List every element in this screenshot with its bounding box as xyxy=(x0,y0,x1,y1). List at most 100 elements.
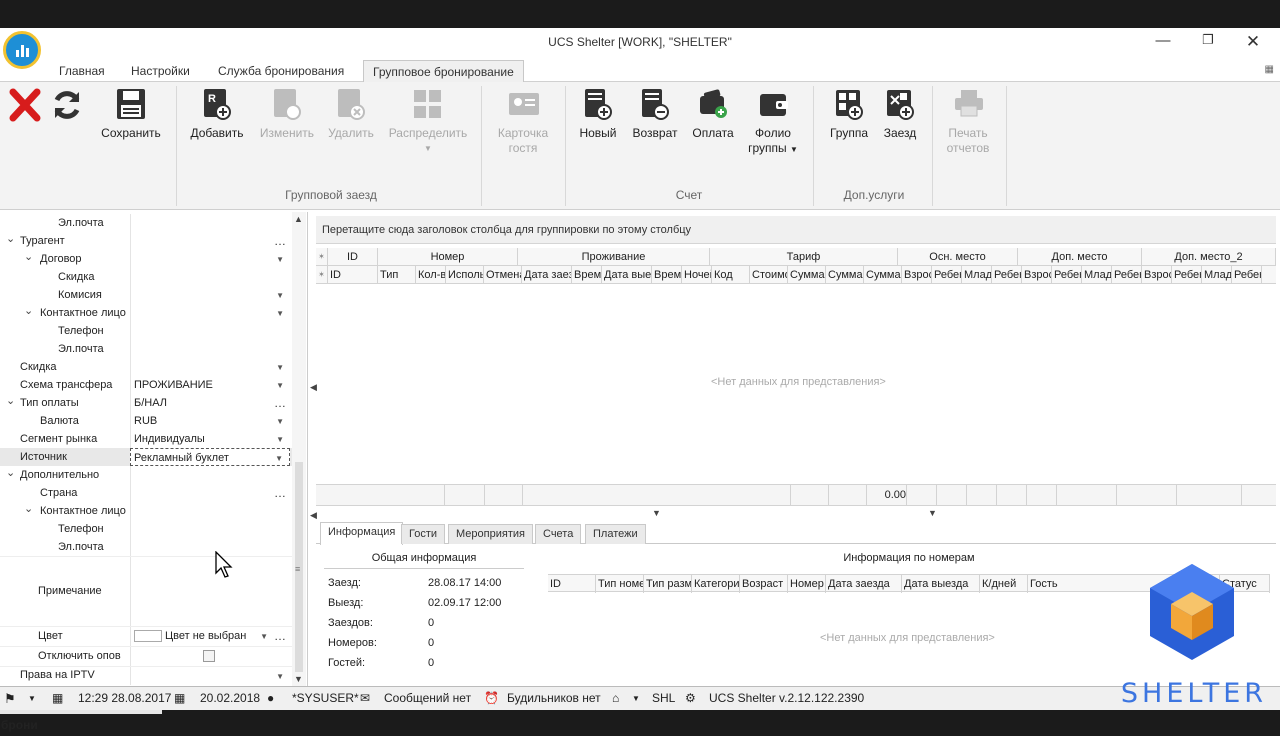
column-header[interactable]: Ребенок xyxy=(992,266,1022,284)
property-value[interactable]: ▼ xyxy=(130,358,290,376)
rooms-column-header[interactable]: Тип номера xyxy=(596,575,644,593)
property-row[interactable]: Права на IPTV ▼ xyxy=(0,666,292,685)
disable-notifications-checkbox[interactable] xyxy=(203,650,215,662)
return-button[interactable]: Возврат xyxy=(628,88,682,141)
expander-chevron-icon[interactable]: ⌄ xyxy=(24,250,33,263)
distribute-button[interactable]: Распределить ▼ xyxy=(386,88,470,156)
column-header[interactable]: Тип xyxy=(378,266,416,284)
rooms-column-header[interactable]: Тип размещения xyxy=(644,575,692,593)
property-value[interactable]: Б/НАЛ… xyxy=(130,394,290,412)
property-row[interactable]: Телефон xyxy=(0,322,292,340)
property-row[interactable]: Схема трансфера ПРОЖИВАНИЕ ▼ xyxy=(0,376,292,394)
rooms-column-header[interactable]: Категория xyxy=(692,575,740,593)
edit-button[interactable]: Изменить xyxy=(257,88,317,141)
column-header[interactable]: Дата заезда xyxy=(522,266,572,284)
dropdown-arrow-icon[interactable]: ▼ xyxy=(276,668,284,685)
flag-icon[interactable]: ⚑ xyxy=(4,691,16,707)
rooms-column-header[interactable]: Номер xyxy=(788,575,826,593)
property-row[interactable]: ⌄ Дополнительно xyxy=(0,466,292,484)
property-row[interactable]: Страна… xyxy=(0,484,292,502)
rooms-column-header[interactable]: ID xyxy=(548,575,596,593)
property-value[interactable]: Индивидуалы ▼ xyxy=(130,430,290,448)
payment-button[interactable]: Оплата xyxy=(688,88,738,141)
property-value[interactable]: ▼ xyxy=(130,286,290,304)
app-logo-icon[interactable] xyxy=(3,31,41,69)
column-header[interactable]: Сумма xyxy=(864,266,902,284)
property-row[interactable]: Телефон xyxy=(0,520,292,538)
property-row[interactable]: Эл.почта xyxy=(0,538,292,556)
dropdown-arrow-icon[interactable]: ▼ xyxy=(276,305,284,322)
tab-events[interactable]: Мероприятия xyxy=(448,524,533,544)
property-row[interactable]: Отключить опов xyxy=(0,646,292,667)
column-header[interactable]: Использ xyxy=(446,266,484,284)
property-row[interactable]: Эл.почта xyxy=(0,340,292,358)
band-header[interactable]: Доп. место xyxy=(1018,248,1142,266)
property-value[interactable] xyxy=(130,520,290,538)
column-header[interactable]: ID xyxy=(328,266,378,284)
property-value[interactable]: Цвет не выбран ▼… xyxy=(130,627,290,647)
property-value[interactable]: … xyxy=(130,484,290,502)
band-header[interactable]: ID xyxy=(328,248,378,266)
column-header[interactable]: Ночей xyxy=(682,266,712,284)
column-header[interactable]: Время xyxy=(572,266,602,284)
rooms-column-header[interactable]: К/дней xyxy=(980,575,1028,593)
dropdown-arrow-icon[interactable]: ▼ xyxy=(260,628,268,646)
property-value[interactable]: ПРОЖИВАНИЕ ▼ xyxy=(130,376,290,394)
property-value[interactable] xyxy=(130,557,290,627)
dropdown-arrow-icon[interactable]: ▼ xyxy=(276,287,284,304)
property-row[interactable]: ⌄ Договор ▼ xyxy=(0,250,292,268)
column-header[interactable]: Сумма xyxy=(788,266,826,284)
column-header[interactable]: Код xyxy=(712,266,750,284)
expander-chevron-icon[interactable]: ⌄ xyxy=(6,232,15,245)
extra-group-button[interactable]: Группа xyxy=(824,88,874,141)
tab-main[interactable]: Главная xyxy=(50,62,114,82)
column-header[interactable]: Ребенок xyxy=(1112,266,1142,284)
property-value[interactable] xyxy=(130,214,290,232)
property-value[interactable] xyxy=(130,647,290,667)
band-header[interactable]: Тариф xyxy=(710,248,898,266)
rooms-column-header[interactable]: Дата заезда xyxy=(826,575,902,593)
rooms-column-header[interactable]: Возраст гостя xyxy=(740,575,788,593)
delete-button[interactable]: Удалить xyxy=(324,88,378,141)
property-value[interactable]: ▼ xyxy=(130,667,290,685)
tab-settings[interactable]: Настройки xyxy=(122,62,199,82)
dropdown-arrow-icon[interactable]: ▼ xyxy=(276,359,284,376)
expander-chevron-icon[interactable]: ⌄ xyxy=(6,466,15,479)
property-row[interactable]: ⌄ Контактное лицо xyxy=(0,502,292,520)
status-alarms[interactable]: Будильников нет xyxy=(507,691,601,705)
column-header[interactable]: Ребенок xyxy=(1172,266,1202,284)
column-header[interactable]: Взрослые xyxy=(1142,266,1172,284)
minimize-icon[interactable]: — xyxy=(1148,32,1178,49)
column-header[interactable]: Ребенок xyxy=(1052,266,1082,284)
property-value[interactable] xyxy=(130,322,290,340)
dropdown-arrow-icon[interactable]: ▼ xyxy=(276,431,284,448)
add-button[interactable]: R Добавить xyxy=(187,88,247,141)
column-header[interactable]: Отмена xyxy=(484,266,522,284)
band-header[interactable]: Номер xyxy=(378,248,518,266)
ellipsis-button[interactable]: … xyxy=(274,627,286,645)
column-header[interactable]: Младенец xyxy=(1202,266,1232,284)
hotel-dropdown-icon[interactable]: ▼ xyxy=(632,694,640,703)
property-value[interactable]: Рекламный буклет ▼ xyxy=(130,448,290,466)
tab-payments[interactable]: Платежи xyxy=(585,524,646,544)
property-value[interactable]: ▼ xyxy=(130,304,290,322)
column-header[interactable]: Стоимость xyxy=(750,266,788,284)
rooms-column-header[interactable]: Дата выезда xyxy=(902,575,980,593)
ellipsis-button[interactable]: … xyxy=(274,232,286,250)
property-grid-scrollbar[interactable]: ▲ ≡ ▼ xyxy=(292,212,306,688)
dropdown-arrow-icon[interactable]: ▼ xyxy=(276,251,284,268)
expander-chevron-icon[interactable]: ⌄ xyxy=(24,502,33,515)
property-row[interactable]: Скидка xyxy=(0,268,292,286)
column-header[interactable]: Дата выезда xyxy=(602,266,652,284)
tab-info[interactable]: Информация xyxy=(320,522,404,545)
refresh-button[interactable] xyxy=(48,88,84,126)
splitter-down-icon[interactable]: ▼ xyxy=(652,508,661,518)
close-window-icon[interactable]: ✕ xyxy=(1238,32,1268,52)
property-value[interactable] xyxy=(130,466,290,484)
column-header[interactable]: Младенец xyxy=(962,266,992,284)
property-value[interactable]: RUB ▼ xyxy=(130,412,290,430)
property-row[interactable]: Валюта RUB ▼ xyxy=(0,412,292,430)
tab-guests[interactable]: Гости xyxy=(401,524,446,544)
cancel-button[interactable] xyxy=(6,88,42,126)
expander-chevron-icon[interactable]: ⌄ xyxy=(24,304,33,317)
